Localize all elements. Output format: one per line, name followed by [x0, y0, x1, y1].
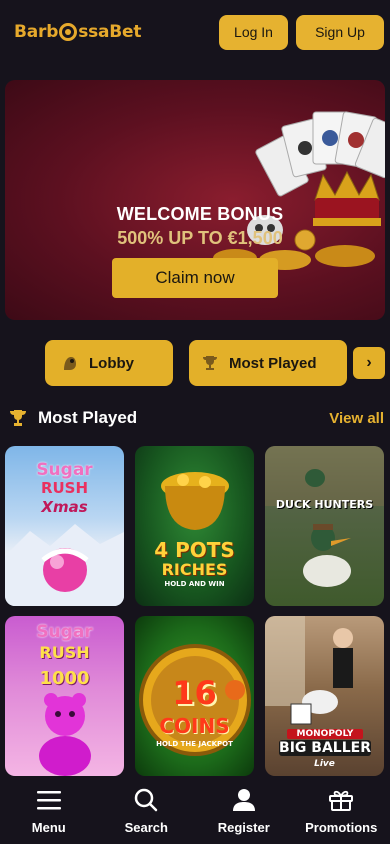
duck-art [265, 446, 384, 587]
search-icon [135, 788, 158, 812]
category-lobby-label: Lobby [89, 354, 134, 372]
nav-search-label: Search [124, 820, 168, 835]
nav-menu[interactable]: Menu [0, 776, 98, 844]
cards-crown-illustration [213, 111, 385, 270]
game-title-line1: 4 POTS [154, 538, 235, 562]
nav-register[interactable]: Register [195, 776, 293, 844]
game-title-line3: HOLD THE JACKPOT [156, 740, 233, 748]
game-title-line1: Sugar [36, 622, 93, 642]
game-title-line2: BIG BALLER [279, 740, 371, 756]
section-title: Most Played [38, 408, 138, 427]
nav-promotions[interactable]: Promotions [293, 776, 390, 844]
game-title-line3: HOLD AND WIN [164, 580, 225, 588]
chevron-right-icon[interactable]: › [353, 347, 385, 379]
gift-icon [329, 790, 354, 811]
category-most-played[interactable]: Most Played [189, 340, 347, 386]
bottom-nav: Menu Search Register Promotions [0, 776, 390, 844]
game-title-line2: RICHES [161, 560, 228, 579]
trophy-icon [203, 356, 217, 370]
signup-button[interactable]: Sign Up [296, 14, 384, 50]
user-icon [232, 789, 255, 811]
header: Barb ssaBet Log In Sign Up [0, 0, 390, 64]
logo-text-left: Barb [14, 22, 59, 42]
game-title-line2: RUSH [39, 643, 90, 662]
game-tile-sugar-rush-xmas[interactable]: Sugar RUSH Xmas [5, 446, 124, 606]
banner-subtitle: 500% UP TO €1,500 [117, 228, 283, 248]
nav-register-label: Register [217, 820, 270, 835]
view-all-link[interactable]: View all [329, 410, 384, 427]
category-lobby[interactable]: Lobby [45, 340, 173, 386]
trophy-icon [10, 410, 26, 426]
game-title-line3: Live [314, 759, 335, 769]
logo-text-right: ssaBet [78, 22, 142, 42]
game-title-line3: 1000 [39, 668, 90, 689]
category-most-played-label: Most Played [229, 354, 317, 372]
game-title-line1: MONOPOLY [287, 729, 363, 739]
category-nav: Lobby Most Played › [0, 340, 390, 386]
login-button[interactable]: Log In [219, 14, 288, 50]
game-tile-monopoly-big-baller[interactable]: MONOPOLY BIG BALLER Live [265, 616, 384, 776]
lobby-icon [64, 357, 76, 370]
brand-logo[interactable]: Barb ssaBet [14, 22, 142, 42]
claim-now-button[interactable]: Claim now [112, 258, 278, 298]
game-title-line1: DUCK HUNTERS [275, 498, 374, 511]
game-title-line2: COINS [159, 714, 230, 738]
game-title-line3: Xmas [41, 498, 88, 516]
nav-promotions-label: Promotions [305, 820, 378, 835]
nav-menu-label: Menu [31, 820, 66, 835]
game-tile-4-pots-riches[interactable]: 4 POTS RICHES HOLD AND WIN [135, 446, 254, 606]
game-tile-16-coins[interactable]: 16 COINS HOLD THE JACKPOT [135, 616, 254, 776]
banner-title: WELCOME BONUS [116, 204, 284, 224]
game-tile-duck-hunters[interactable]: DUCK HUNTERS [265, 446, 384, 606]
menu-icon [36, 791, 61, 810]
game-tile-sugar-rush-1000[interactable]: Sugar RUSH 1000 [5, 616, 124, 776]
section-header: Most Played View all [0, 404, 390, 432]
game-title-line2: RUSH [40, 479, 89, 497]
promo-banner[interactable]: WELCOME BONUS 500% UP TO €1,500 Claim no… [5, 80, 385, 320]
ship-wheel-icon [59, 23, 78, 41]
nav-search[interactable]: Search [98, 776, 196, 844]
game-title-line1: 16 [172, 674, 217, 712]
game-title-line1: Sugar [36, 460, 93, 480]
